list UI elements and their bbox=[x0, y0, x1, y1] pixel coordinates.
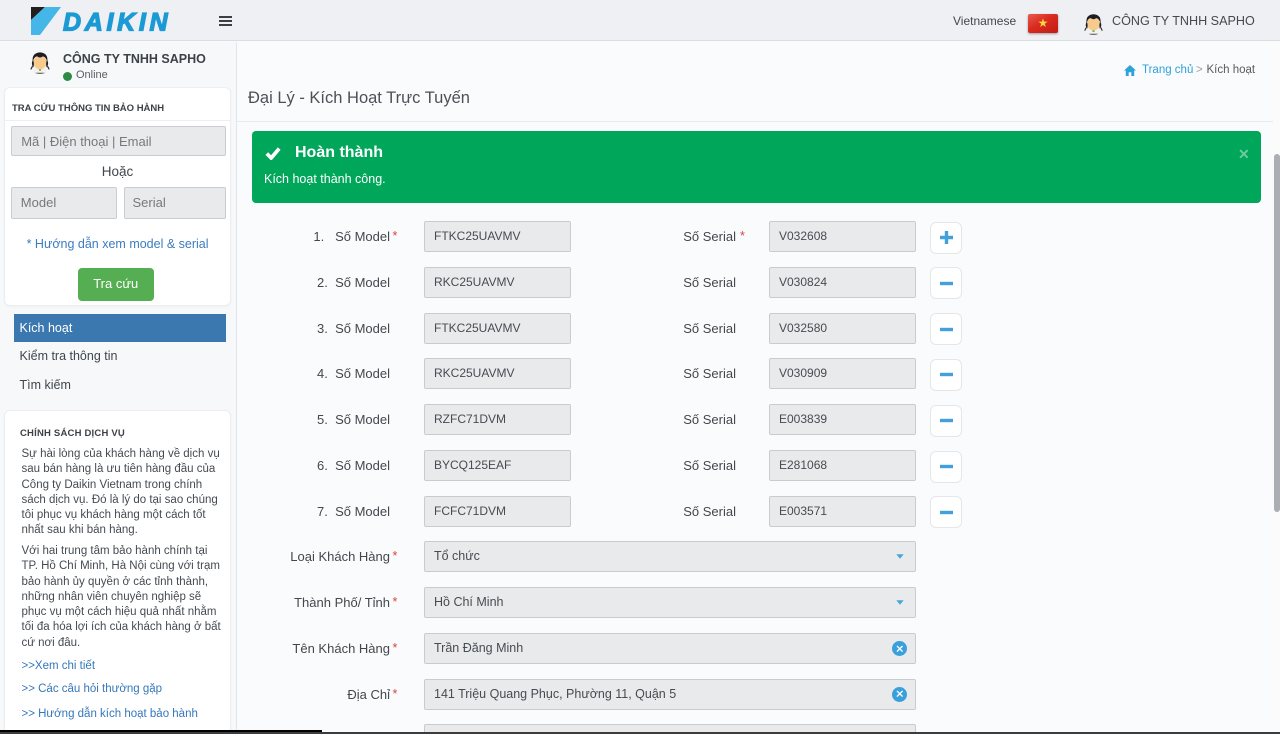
svg-text:DAIKIN: DAIKIN bbox=[63, 9, 171, 37]
